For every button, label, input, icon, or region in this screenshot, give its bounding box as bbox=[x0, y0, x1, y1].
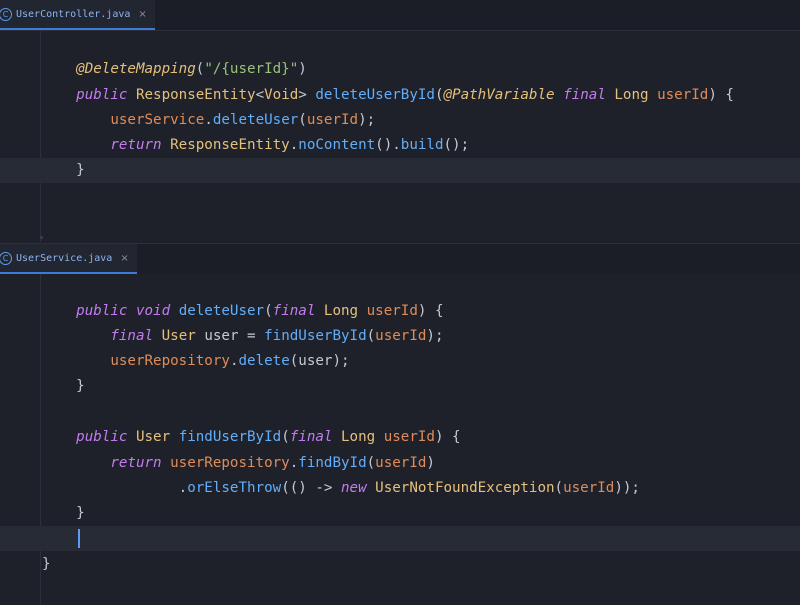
code-line: public void deleteUser(final Long userId… bbox=[76, 303, 444, 319]
code-line-current[interactable] bbox=[0, 526, 800, 551]
code-line-current: } bbox=[0, 158, 800, 183]
tab-label: UserController.java bbox=[16, 8, 131, 20]
java-class-icon: C bbox=[0, 7, 12, 21]
java-class-icon: C bbox=[0, 251, 12, 265]
code-line: .orElseThrow(() -> new UserNotFoundExcep… bbox=[178, 480, 640, 496]
code-line: public ResponseEntity<Void> deleteUserBy… bbox=[76, 87, 734, 103]
code-line: return ResponseEntity.noContent().build(… bbox=[110, 137, 470, 153]
text-caret bbox=[78, 529, 80, 548]
close-tab-icon[interactable]: × bbox=[138, 9, 146, 20]
tab-label: UserService.java bbox=[16, 252, 113, 264]
code-line: public User findUserById(final Long user… bbox=[76, 429, 461, 445]
code-line: final User user = findUserById(userId); bbox=[110, 328, 444, 344]
code-line: } bbox=[42, 556, 51, 572]
controller-editor[interactable]: @DeleteMapping("/{userId}") public Respo… bbox=[0, 31, 800, 242]
code-line: } bbox=[76, 505, 85, 521]
tab-user-service[interactable]: C UserService.java × bbox=[0, 244, 137, 274]
code-line: } bbox=[76, 378, 85, 394]
code-line: userRepository.delete(user); bbox=[110, 353, 350, 369]
bottom-tab-bar: C UserService.java × bbox=[0, 243, 800, 275]
tab-user-controller[interactable]: C UserController.java × bbox=[0, 0, 155, 30]
code-line: userService.deleteUser(userId); bbox=[110, 112, 376, 128]
code-line: return userRepository.findById(userId) bbox=[110, 455, 435, 471]
top-tab-bar: C UserController.java × bbox=[0, 0, 800, 31]
service-editor[interactable]: public void deleteUser(final Long userId… bbox=[0, 274, 800, 605]
code-line: @DeleteMapping("/{userId}") bbox=[76, 61, 307, 77]
fold-marker bbox=[40, 236, 43, 239]
close-tab-icon[interactable]: × bbox=[120, 253, 128, 264]
